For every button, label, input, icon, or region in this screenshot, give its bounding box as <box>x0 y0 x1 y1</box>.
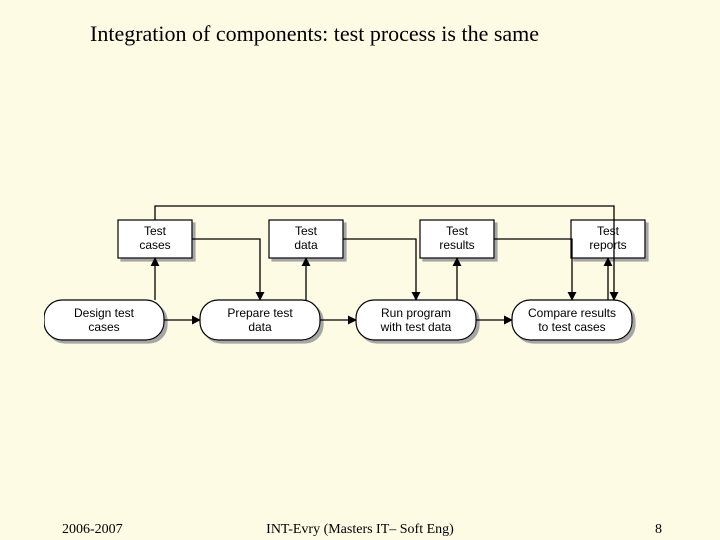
process-p3: Compare resultsto test cases <box>512 300 632 340</box>
input-arrow <box>343 239 416 300</box>
slide-title: Integration of components: test process … <box>90 20 590 48</box>
artifact-a2: Testresults <box>420 220 494 258</box>
artifact-label: Testcases <box>139 224 170 252</box>
artifact-label: Testdata <box>294 224 318 252</box>
process-label: Run programwith test data <box>380 306 452 334</box>
input-arrow <box>494 239 572 300</box>
artifact-a0: Testcases <box>118 220 192 258</box>
artifact-a1: Testdata <box>269 220 343 258</box>
artifact-a3: Testreports <box>571 220 645 258</box>
footer-source: INT-Evry (Masters IT– Soft Eng) <box>0 522 720 538</box>
input-arrow <box>192 239 260 300</box>
process-p2: Run programwith test data <box>356 300 476 340</box>
process-label: Compare resultsto test cases <box>528 306 616 334</box>
process-p0: Design testcases <box>44 300 164 340</box>
feedback-arrow <box>155 206 614 300</box>
footer-page-number: 8 <box>655 522 662 538</box>
test-process-diagram: TestcasesTestdataTestresultsTestreports … <box>44 200 676 370</box>
slide: Integration of components: test process … <box>0 0 720 540</box>
process-p1: Prepare testdata <box>200 300 320 340</box>
